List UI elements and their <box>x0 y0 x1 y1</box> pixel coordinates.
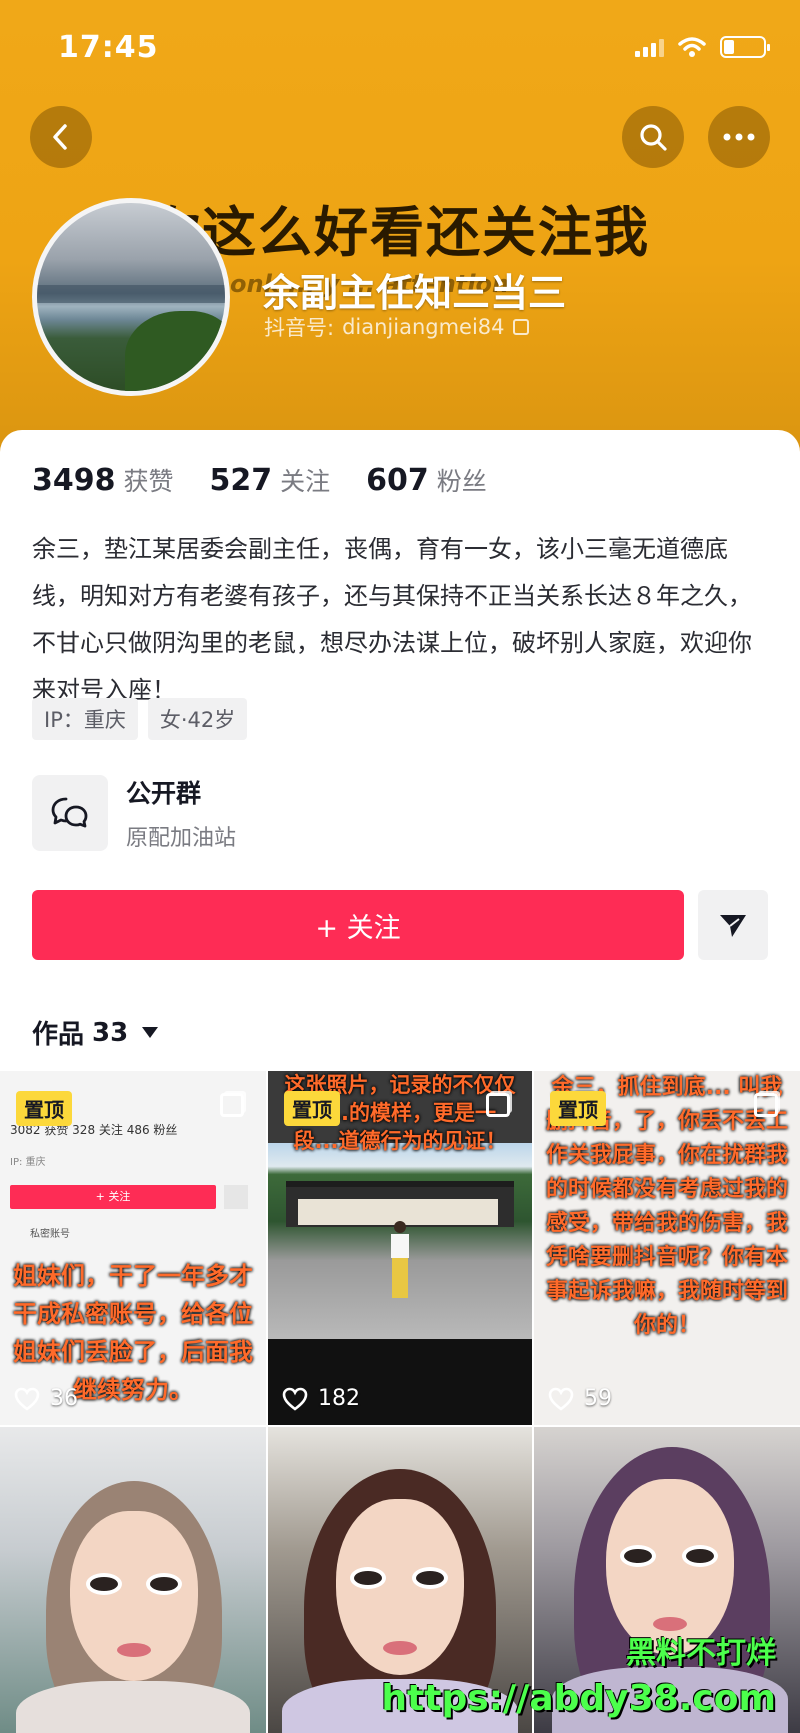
likes-count: 182 <box>318 1386 360 1411</box>
video-likes: 36 <box>14 1386 78 1411</box>
video-tile[interactable]: 这张照片，记录的不仅仅是...的模样，更是一段...道德行为的见证！ 置顶 18… <box>268 1071 532 1425</box>
status-bar: 17:45 <box>0 0 800 96</box>
video-tile[interactable]: 余三，抓住到底... 叫我删抖音，了，你丢不丢工作关我屁事，你在扰群我的时候都没… <box>534 1071 800 1425</box>
group-title: 公开群 <box>126 779 202 808</box>
chat-group-icon <box>32 775 108 851</box>
profile-tags: IP：重庆 女·42岁 <box>32 698 248 740</box>
person-graphic <box>390 1221 410 1301</box>
search-icon <box>640 124 667 151</box>
multi-image-icon <box>220 1093 244 1117</box>
public-group[interactable]: 公开群 原配加油站 <box>32 774 236 852</box>
works-label: 作品 <box>32 1020 85 1050</box>
likes-count: 59 <box>584 1386 612 1411</box>
more-icon <box>723 133 755 141</box>
mock-private-label: 私密账号 <box>30 1229 70 1240</box>
watermark-line1: 黑料不打烊 <box>626 1636 776 1671</box>
profile-bio: 余三，垫江某居委会副主任，丧偶，育有一女，该小三毫无道德底线，明知对方有老婆有孩… <box>32 535 752 704</box>
mock-ip: IP: 重庆 <box>10 1157 46 1168</box>
pinned-badge: 置顶 <box>550 1091 606 1126</box>
multi-image-icon <box>754 1093 778 1117</box>
douyin-id[interactable]: 抖音号: dianjiangmei84 <box>264 312 529 342</box>
following-label: 关注 <box>280 467 331 496</box>
signal-icon <box>635 37 664 57</box>
mock-share-button <box>224 1185 248 1209</box>
gender-age-tag: 女·42岁 <box>147 698 248 740</box>
copy-icon[interactable] <box>512 319 529 335</box>
heart-icon <box>282 1387 308 1411</box>
profile-stats: 3498 获赞 527 关注 607 粉丝 <box>32 462 523 498</box>
send-icon <box>720 915 746 937</box>
video-likes: 59 <box>548 1386 612 1411</box>
pinned-badge: 置顶 <box>16 1091 72 1126</box>
likes-label: 获赞 <box>123 467 174 496</box>
watermark-url: https://abdy38.com <box>381 1678 776 1719</box>
pinned-badge: 置顶 <box>284 1091 340 1126</box>
followers-count[interactable]: 607 <box>366 463 429 498</box>
mock-follow-button: + 关注 <box>10 1185 216 1209</box>
likes-count[interactable]: 3498 <box>32 463 116 498</box>
status-icons <box>635 36 770 58</box>
followers-label: 粉丝 <box>436 467 487 496</box>
wifi-icon <box>678 37 706 57</box>
works-count: 33 <box>92 1017 129 1048</box>
profile-header: 17:45 你这么好看还关注我 onk ... y ... attention … <box>0 0 800 470</box>
tab-works[interactable]: 作品 33 <box>32 1014 159 1051</box>
video-likes: 182 <box>282 1386 360 1411</box>
banner-text: 你这么好看还关注我 <box>146 201 650 264</box>
more-button[interactable] <box>708 106 770 168</box>
avatar[interactable] <box>32 198 230 396</box>
profile-name: 余副主任知三当三 <box>262 271 567 315</box>
back-button[interactable] <box>30 106 92 168</box>
heart-icon <box>14 1387 40 1411</box>
likes-count: 36 <box>50 1386 78 1411</box>
battery-icon <box>720 36 770 58</box>
douyin-id-value: dianjiangmei84 <box>342 315 505 339</box>
profile-card: 3498 获赞 527 关注 607 粉丝 余三，垫江某居委会副主任，丧偶，育有… <box>0 430 800 1733</box>
multi-image-icon <box>486 1093 510 1117</box>
follow-button[interactable]: + 关注 <box>32 890 684 960</box>
video-tile[interactable] <box>0 1427 266 1733</box>
group-subtitle: 原配加油站 <box>126 826 237 851</box>
video-tile[interactable]: 3082 获赞 328 关注 486 粉丝 IP: 重庆 + 关注 私密账号 姐… <box>0 1071 266 1425</box>
ip-tag: IP：重庆 <box>32 698 138 740</box>
heart-icon <box>548 1387 574 1411</box>
chevron-left-icon <box>53 124 67 150</box>
following-count[interactable]: 527 <box>210 463 273 498</box>
douyin-id-label: 抖音号: <box>264 316 335 340</box>
search-button[interactable] <box>622 106 684 168</box>
share-button[interactable] <box>698 890 768 960</box>
watermark: 黑料不打烊 https://abdy38.com <box>381 1628 776 1719</box>
caret-down-icon <box>142 1027 159 1038</box>
status-time: 17:45 <box>58 30 159 65</box>
